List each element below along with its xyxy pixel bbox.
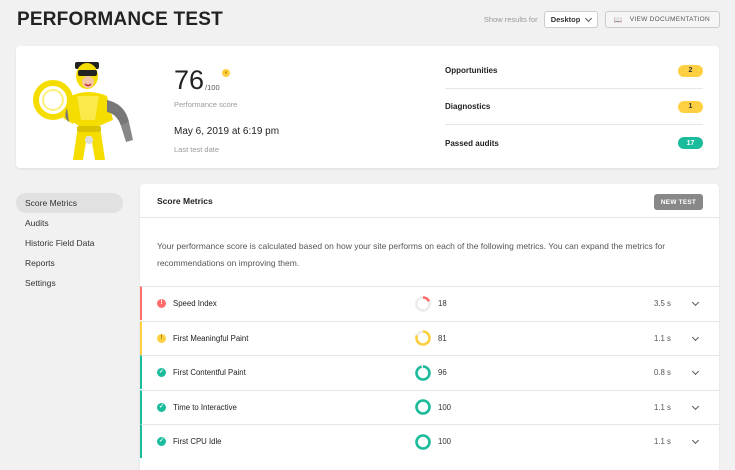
diagnostics-count-badge: 1 — [678, 100, 703, 113]
check-icon: ✓ — [157, 437, 166, 446]
metric-time: 1.1 s — [654, 333, 671, 343]
metric-name: First Meaningful Paint — [173, 333, 249, 343]
header-controls: Show results for Desktop 📖 VIEW DOCUMENT… — [484, 11, 720, 28]
metric-time: 0.8 s — [654, 368, 671, 377]
error-icon: ! — [157, 299, 166, 308]
audit-label: Opportunities — [445, 66, 498, 75]
metric-row[interactable]: ✓ Time to Interactive 100 1.1 s — [140, 389, 719, 424]
test-date-label: Last test date — [174, 145, 220, 154]
opportunities-count-badge: 2 — [678, 64, 703, 77]
view-documentation-button[interactable]: 📖 VIEW DOCUMENTATION — [604, 11, 720, 28]
metric-row[interactable]: ! First Meaningful Paint 81 1.1 s — [140, 320, 719, 355]
device-select-value: Desktop — [550, 15, 581, 24]
check-icon: ✓ — [157, 402, 166, 412]
metrics-intro-text: Your performance score is calculated bas… — [157, 241, 666, 268]
summary-card: 76 /100 Performance score May 6, 2019 at… — [16, 46, 719, 168]
test-date: May 6, 2019 at 6:19 pm — [174, 126, 280, 137]
gauge-fill — [415, 433, 431, 450]
chevron-down-icon[interactable] — [691, 402, 700, 410]
audit-label: Diagnostics — [445, 102, 491, 111]
score-metrics-card: Score Metrics NEW TEST Your performance … — [140, 184, 719, 470]
opportunities-row[interactable]: Opportunities 2 — [445, 53, 703, 89]
sidebar-nav: Score Metrics Audits Historic Field Data… — [16, 193, 123, 293]
sidebar-item-settings[interactable]: Settings — [16, 273, 123, 293]
chevron-down-icon[interactable] — [691, 436, 700, 445]
card-title: Score Metrics — [157, 196, 213, 206]
metric-row[interactable]: ! Speed Index 18 3.5 s — [140, 286, 719, 320]
metric-name: Time to Interactive — [173, 402, 237, 412]
score-gauge — [415, 399, 431, 415]
score-gauge — [415, 364, 431, 381]
sidebar-item-score-metrics[interactable]: Score Metrics — [16, 193, 123, 213]
page-title: PERFORMANCE TEST — [17, 9, 223, 30]
card-header: Score Metrics NEW TEST — [140, 184, 719, 218]
chevron-down-icon[interactable] — [691, 333, 700, 341]
performance-score: 76 — [174, 65, 205, 95]
metric-time: 1.1 s — [654, 437, 671, 446]
metric-score: 100 — [438, 437, 452, 446]
warning-icon — [221, 69, 230, 77]
sidebar-item-audits[interactable]: Audits — [16, 213, 123, 233]
score-gauge — [415, 295, 431, 312]
chevron-down-icon[interactable] — [691, 367, 700, 376]
view-documentation-label: VIEW DOCUMENTATION — [629, 16, 710, 23]
warning-icon: ! — [157, 333, 166, 343]
new-test-button[interactable]: NEW TEST — [654, 194, 703, 210]
metric-row[interactable]: ✓ First CPU Idle 100 1.1 s — [140, 424, 719, 458]
chevron-down-icon — [584, 14, 592, 23]
sidebar-item-historic-field-data[interactable]: Historic Field Data — [16, 233, 123, 253]
gauge-fill — [415, 364, 431, 381]
passed-audits-count-badge: 17 — [678, 137, 703, 149]
metric-time: 1.1 s — [654, 402, 671, 412]
show-results-label: Show results for — [483, 15, 538, 24]
score-max: /100 — [205, 83, 220, 92]
performance-score-label: Performance score — [174, 100, 238, 109]
metric-score: 100 — [438, 402, 452, 412]
metric-score: 96 — [438, 368, 447, 377]
score-gauge — [415, 433, 431, 450]
metric-name: First Contentful Paint — [173, 368, 246, 377]
metric-score: 81 — [438, 333, 447, 343]
metric-score: 18 — [438, 299, 447, 308]
sidebar-item-reports[interactable]: Reports — [16, 253, 123, 273]
gauge-fill — [415, 399, 431, 415]
audit-label: Passed audits — [445, 138, 499, 148]
metric-row[interactable]: ✓ First Contentful Paint 96 0.8 s — [140, 355, 719, 389]
metric-time: 3.5 s — [654, 299, 671, 308]
diagnostics-row[interactable]: Diagnostics 1 — [445, 89, 703, 125]
superhero-illustration — [33, 62, 133, 160]
score-block: 76 /100 Performance score May 6, 2019 at… — [174, 66, 279, 154]
book-icon: 📖 — [613, 16, 623, 24]
check-icon: ✓ — [157, 368, 166, 377]
chevron-down-icon[interactable] — [691, 298, 700, 307]
score-gauge — [415, 330, 431, 346]
metric-name: First CPU Idle — [173, 437, 222, 446]
device-select[interactable]: Desktop — [543, 11, 598, 28]
passed-audits-row[interactable]: Passed audits 17 — [445, 125, 703, 161]
metric-name: Speed Index — [173, 299, 217, 308]
